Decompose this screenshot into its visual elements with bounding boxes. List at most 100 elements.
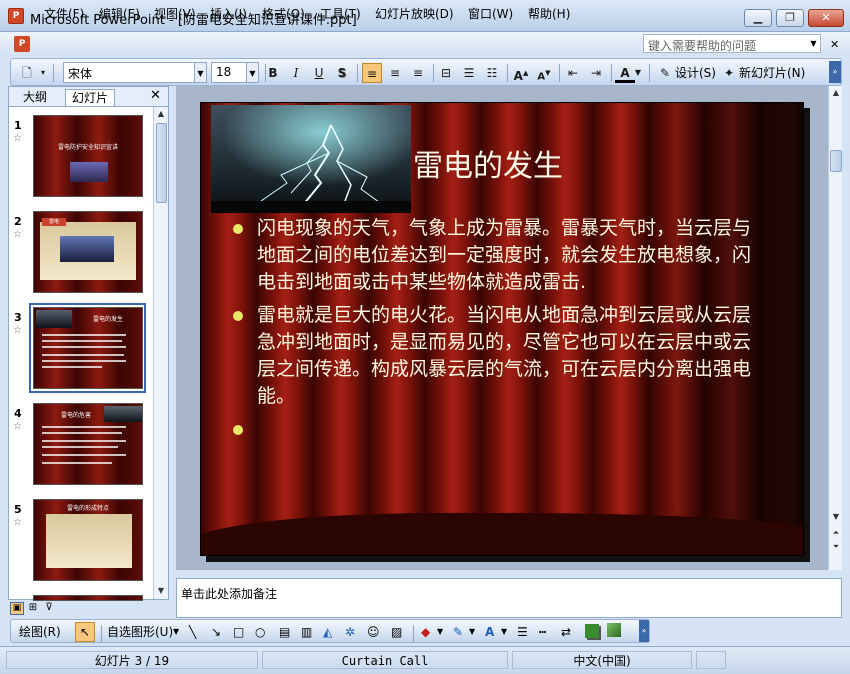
picture-icon[interactable]: ▨ (391, 622, 402, 642)
tab-outline[interactable]: 大纲 (17, 89, 53, 106)
slideshow-view-icon[interactable]: ⊽ (42, 602, 56, 615)
panel-scrollbar[interactable]: ▲ ▼ (153, 107, 168, 599)
menu-window[interactable]: 窗口(W) (468, 5, 513, 22)
oval-icon[interactable]: ○ (255, 622, 265, 642)
slide-title[interactable]: 雷电的发生 (413, 141, 563, 185)
slide-thumbnail-5[interactable]: 雷电的形成特点 (33, 499, 143, 581)
lightning-image[interactable] (211, 105, 411, 213)
toolbar-overflow-icon[interactable]: » (829, 61, 841, 83)
line-color-icon[interactable]: ✎ (453, 622, 463, 642)
slide-thumbnail-3[interactable]: 雷电的发生 (33, 307, 143, 389)
decrease-indent-icon[interactable]: ⇤ (563, 63, 583, 83)
shadow-style-icon[interactable] (585, 624, 599, 638)
decrease-font-icon[interactable]: A▼ (534, 63, 554, 83)
align-right-icon[interactable]: ≡ (408, 63, 428, 83)
font-size-select[interactable]: 18 (211, 62, 247, 83)
new-slide-button[interactable]: 新幻灯片(N) (739, 63, 805, 83)
line-icon[interactable]: ╲ (189, 622, 196, 642)
powerpoint-app-icon[interactable]: P (8, 8, 24, 24)
scroll-thumb[interactable] (830, 150, 842, 172)
drawbar-overflow-icon[interactable]: » (639, 620, 649, 642)
slide-thumbnail-2[interactable]: 雷电 (33, 211, 143, 293)
normal-view-icon[interactable]: ▣ (10, 602, 24, 615)
font-size-dropdown-icon[interactable]: ▼ (246, 62, 259, 83)
scroll-thumb[interactable] (156, 123, 167, 203)
maximize-icon[interactable]: ❐ (776, 9, 804, 27)
scroll-up-icon[interactable]: ▲ (829, 86, 843, 100)
thumbnail-image (60, 236, 114, 262)
align-left-icon[interactable]: ≡ (362, 63, 382, 83)
dash-style-icon[interactable]: ┅ (539, 622, 546, 642)
menu-help[interactable]: 帮助(H) (528, 5, 570, 22)
line-style-icon[interactable]: ☰ (517, 622, 528, 642)
current-slide[interactable]: 雷电的发生 闪电现象的天气，气象上成为雷暴。雷暴天气时，当云层与地面之间的电位差… (200, 102, 804, 556)
arrow-style-icon[interactable]: ⇄ (561, 622, 571, 642)
fill-color-dropdown-icon[interactable]: ▼ (437, 622, 443, 642)
new-slide-icon[interactable]: ✦ (719, 63, 739, 83)
autoshapes-dropdown-icon[interactable]: ▼ (173, 622, 179, 642)
previous-slide-icon[interactable]: ⏶ (829, 526, 843, 540)
new-document-icon[interactable]: 🗋 (17, 63, 37, 83)
separator (101, 625, 102, 643)
clipart-icon[interactable]: ☺ (367, 622, 380, 642)
notes-pane[interactable]: 单击此处添加备注 (176, 578, 842, 618)
font-name-select[interactable]: 宋体 (63, 62, 195, 83)
close-window-button[interactable]: ✕ (808, 9, 844, 27)
menu-tools[interactable]: 工具(T) (320, 5, 361, 22)
textbox-icon[interactable]: ▤ (279, 622, 290, 642)
menu-slideshow[interactable]: 幻灯片放映(D) (375, 5, 454, 22)
menu-format[interactable]: 格式(O) (262, 5, 305, 22)
slide-thumbnail-1[interactable]: 雷电防护安全知识宣讲 (33, 115, 143, 197)
autoshapes-button[interactable]: 自选图形(U) (107, 622, 173, 642)
shadow-icon[interactable]: S (332, 63, 352, 83)
distribute-icon[interactable]: ⊟ (436, 63, 456, 83)
rectangle-icon[interactable]: □ (233, 622, 244, 642)
design-button[interactable]: 设计(S) (675, 63, 716, 83)
italic-icon[interactable]: I (286, 63, 306, 83)
slide-body-text[interactable]: 闪电现象的天气，气象上成为雷暴。雷暴天气时，当云层与地面之间的电位差达到一定强度… (233, 215, 753, 449)
bullets-icon[interactable]: ☷ (482, 63, 502, 83)
menu-file[interactable]: 文件(F) (44, 5, 84, 22)
diagram-icon[interactable]: ✲ (345, 622, 355, 642)
increase-indent-icon[interactable]: ⇥ (586, 63, 606, 83)
font-color-icon[interactable]: A (615, 63, 635, 83)
3d-style-icon[interactable] (607, 623, 621, 637)
next-slide-icon[interactable]: ⏷ (829, 540, 843, 554)
font-color-draw-icon[interactable]: A (485, 622, 494, 642)
fill-color-icon[interactable]: ◆ (421, 622, 430, 642)
tab-slides[interactable]: 幻灯片 (65, 89, 116, 106)
vertical-textbox-icon[interactable]: ▥ (301, 622, 312, 642)
menu-edit[interactable]: 编辑(E) (99, 5, 140, 22)
design-icon[interactable]: ✎ (655, 63, 675, 83)
bold-icon[interactable]: B (263, 63, 283, 83)
wordart-icon[interactable]: ◭ (323, 622, 332, 642)
menu-insert[interactable]: 插入(I) (210, 5, 247, 22)
scroll-down-icon[interactable]: ▼ (829, 510, 843, 524)
document-icon[interactable]: P (14, 36, 30, 52)
scroll-up-icon[interactable]: ▲ (154, 107, 168, 121)
font-color-draw-dropdown-icon[interactable]: ▼ (501, 622, 507, 642)
draw-menu-button[interactable]: 绘图(R) (19, 622, 61, 642)
menu-view[interactable]: 视图(V) (154, 5, 196, 22)
numbering-icon[interactable]: ☰ (459, 63, 479, 83)
help-dropdown-icon[interactable]: ▼ (806, 34, 821, 53)
increase-font-icon[interactable]: A▲ (511, 63, 531, 83)
slide-thumbnail-4[interactable]: 雷电的危害 (33, 403, 143, 485)
toolbar-options-icon[interactable]: ▾ (37, 63, 49, 83)
design-template-name: Curtain Call (262, 651, 508, 669)
scroll-down-icon[interactable]: ▼ (154, 584, 168, 598)
thumbnail-line (42, 446, 118, 448)
close-panel-icon[interactable]: ✕ (150, 88, 161, 103)
minimize-icon[interactable]: ▁ (744, 9, 772, 27)
select-pointer-icon[interactable]: ↖ (75, 622, 95, 642)
align-center-icon[interactable]: ≡ (385, 63, 405, 83)
arrow-icon[interactable]: ↘ (211, 622, 221, 642)
slide-sorter-view-icon[interactable]: ⊞ (26, 602, 40, 615)
editor-scrollbar[interactable]: ▲ ▼ ⏶ ⏷ (828, 86, 842, 570)
underline-icon[interactable]: U (309, 63, 329, 83)
font-name-dropdown-icon[interactable]: ▼ (194, 62, 207, 83)
help-search-input[interactable]: 键入需要帮助的问题 (643, 34, 821, 53)
font-color-dropdown-icon[interactable]: ▼ (633, 63, 643, 83)
line-color-dropdown-icon[interactable]: ▼ (469, 622, 475, 642)
close-document-icon[interactable]: ✕ (830, 38, 839, 51)
